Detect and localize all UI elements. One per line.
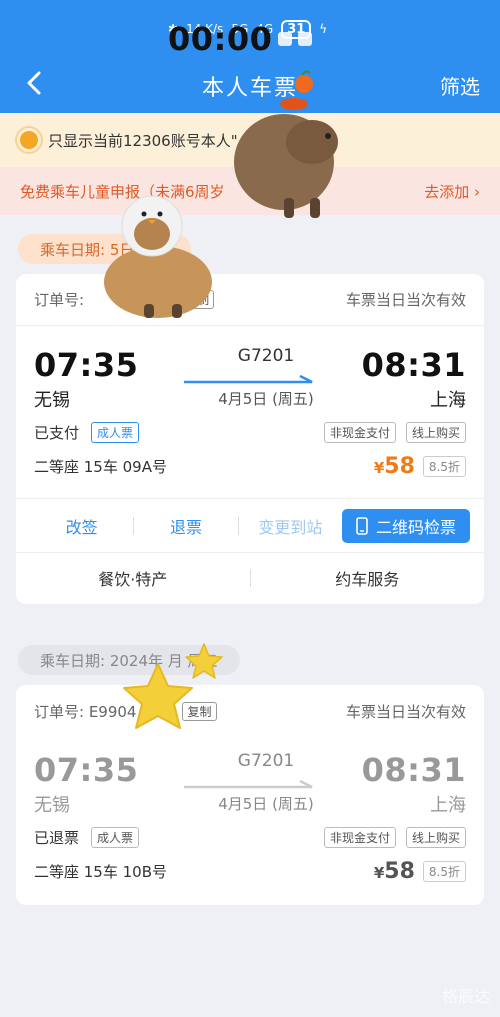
purchase-channel-badge: 线上购买 bbox=[405, 827, 466, 848]
ticket-type-badge: 成人票 bbox=[91, 422, 140, 443]
pay-method-badge: 非现金支付 bbox=[323, 827, 396, 848]
trip-info[interactable]: 07:35 无锡 G7201 4月5日 (周五) 08:31 上海 已支付 成人… bbox=[16, 326, 484, 498]
charging-icon: ϟ bbox=[319, 22, 328, 36]
capybara-sticker-icon bbox=[234, 70, 338, 218]
filter-button[interactable]: 筛选 bbox=[440, 71, 480, 100]
seat-info: 二等座 15车 10B号 bbox=[34, 863, 168, 881]
arrive-city: 上海 bbox=[430, 795, 466, 816]
order-row: 订单号: 复制 车票当日当次有效 bbox=[16, 274, 484, 326]
currency-symbol: ¥ bbox=[373, 459, 385, 477]
notification-icon bbox=[298, 32, 313, 46]
ticket-card: 订单号: 复制 车票当日当次有效 07:35 无锡 G7201 4月5日 (周五… bbox=[16, 274, 484, 604]
status-bar: 00:00 ✱ 14 K/s 5G 4G 31 ϟ bbox=[0, 0, 500, 58]
discount-badge: 8.5折 bbox=[422, 456, 466, 477]
ride-service-link[interactable]: 约车服务 bbox=[251, 566, 485, 590]
food-specialty-link[interactable]: 餐饮·特产 bbox=[16, 566, 250, 590]
arrive-time: 08:31 bbox=[361, 751, 466, 789]
depart-city: 无锡 bbox=[34, 390, 70, 411]
notification-icon bbox=[278, 32, 293, 46]
validity-note: 车票当日当次有效 bbox=[345, 702, 466, 721]
arrive-time: 08:31 bbox=[361, 346, 466, 384]
train-number: G7201 bbox=[237, 346, 295, 366]
ticket-type-badge: 成人票 bbox=[91, 827, 140, 848]
ticket-actions: 改签 退票 变更到站 二维码检票 bbox=[16, 498, 484, 552]
qr-checkin-button[interactable]: 二维码检票 bbox=[341, 508, 470, 543]
train-number: G7201 bbox=[237, 751, 295, 771]
capybara-chick-sticker-icon bbox=[104, 195, 212, 318]
arrive-city: 上海 bbox=[430, 390, 466, 411]
ticket-price: 58 bbox=[384, 454, 415, 479]
change-ticket-button[interactable]: 改签 bbox=[30, 514, 133, 538]
seat-info: 二等座 15车 09A号 bbox=[34, 458, 167, 476]
travel-date: 4月5日 (周五) bbox=[218, 795, 314, 813]
validity-note: 车票当日当次有效 bbox=[345, 291, 466, 309]
order-row: 订单号: E9904 复制 车票当日当次有效 bbox=[16, 685, 484, 737]
back-arrow-icon[interactable] bbox=[20, 68, 50, 98]
travel-date: 4月5日 (周五) bbox=[218, 390, 314, 408]
route-arrow-icon bbox=[184, 374, 313, 384]
refund-status: 已退票 bbox=[34, 829, 80, 847]
payment-status: 已支付 bbox=[34, 424, 80, 442]
phone-icon bbox=[356, 516, 368, 535]
currency-symbol: ¥ bbox=[373, 864, 385, 882]
change-destination-button[interactable]: 变更到站 bbox=[239, 514, 342, 538]
status-time: 00:00 bbox=[168, 20, 313, 58]
ticket-price: 58 bbox=[384, 859, 415, 884]
discount-badge: 8.5折 bbox=[422, 861, 466, 882]
ticket-extras: 餐饮·特产 约车服务 bbox=[16, 552, 484, 602]
depart-city: 无锡 bbox=[34, 795, 70, 816]
pay-method-badge: 非现金支付 bbox=[323, 422, 396, 443]
star-sticker-icon bbox=[123, 643, 223, 729]
trip-info[interactable]: 07:35 无锡 G7201 4月5日 (周五) 08:31 上海 已退票 成人… bbox=[16, 737, 484, 905]
ticket-card: 订单号: E9904 复制 车票当日当次有效 07:35 无锡 G7201 4月… bbox=[16, 685, 484, 905]
route-arrow-icon bbox=[184, 779, 313, 789]
depart-time: 07:35 bbox=[34, 751, 139, 789]
order-number-label: 订单号: bbox=[34, 291, 85, 309]
depart-time: 07:35 bbox=[34, 346, 139, 384]
purchase-channel-badge: 线上购买 bbox=[405, 422, 466, 443]
lightbulb-icon bbox=[20, 131, 38, 149]
watermark: 格辰达 bbox=[441, 987, 490, 1006]
refund-button[interactable]: 退票 bbox=[134, 514, 237, 538]
promo-add-link[interactable]: 去添加 › bbox=[424, 181, 480, 202]
